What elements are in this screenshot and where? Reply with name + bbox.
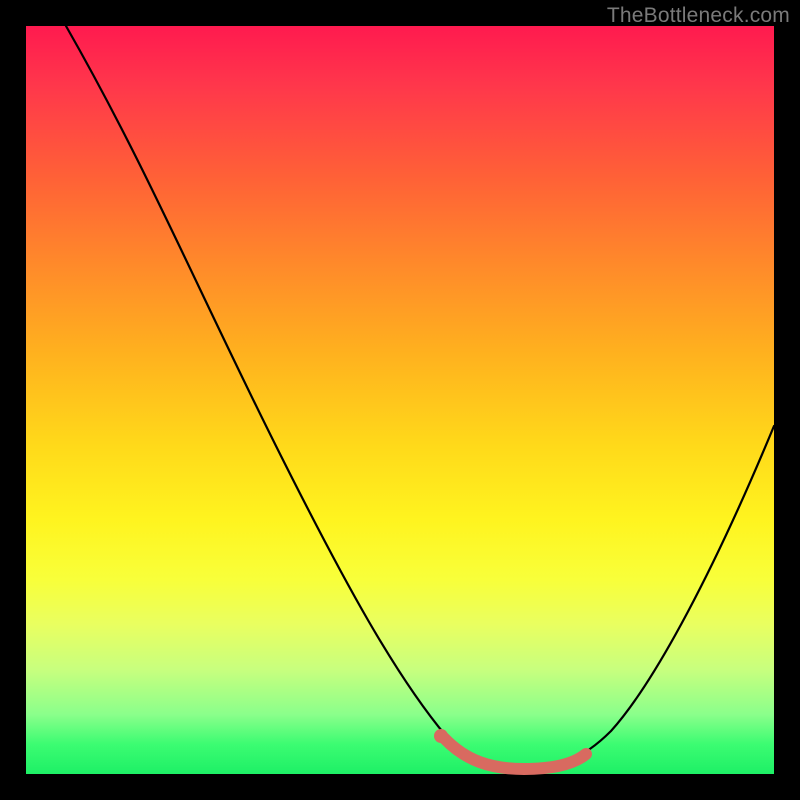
plot-area: [26, 26, 774, 774]
watermark-text: TheBottleneck.com: [607, 4, 790, 28]
curve-layer: [26, 26, 774, 774]
bottleneck-curve: [66, 26, 774, 768]
bottom-highlight-segment: [444, 738, 586, 769]
highlight-dot-left: [434, 729, 448, 743]
chart-stage: TheBottleneck.com: [0, 0, 800, 800]
